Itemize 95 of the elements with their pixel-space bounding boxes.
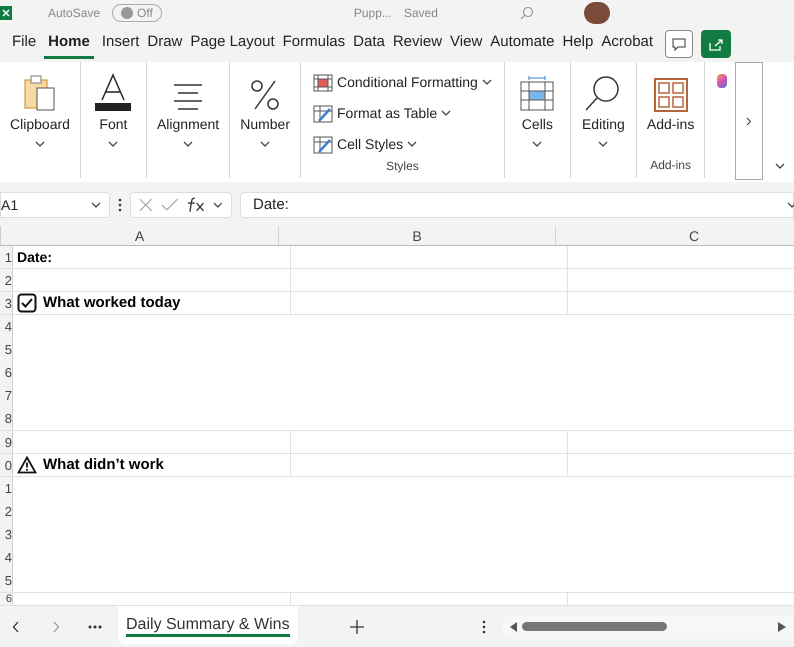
chevron-down-icon <box>787 202 794 208</box>
chevron-down-icon <box>407 141 418 148</box>
more-icon[interactable] <box>118 198 122 212</box>
cell-text: What worked today <box>43 292 181 313</box>
row-number: 5 <box>0 569 13 592</box>
check-icon[interactable] <box>160 198 178 212</box>
menu-tab[interactable]: View <box>446 29 486 59</box>
percent-icon <box>249 78 282 112</box>
horizontal-scrollbar[interactable] <box>502 614 794 638</box>
menu-tab[interactable]: Formulas <box>278 29 350 59</box>
chevron-down-icon <box>91 202 101 208</box>
scroll-thumb[interactable] <box>522 622 667 631</box>
row-number: 3 <box>0 523 13 546</box>
chevron-down-icon <box>598 141 608 148</box>
menu-tab[interactable]: Help <box>558 29 598 59</box>
comment-icon <box>672 38 686 50</box>
column-header[interactable]: B <box>279 226 556 245</box>
add-sheet-icon[interactable] <box>350 620 364 634</box>
more-icon[interactable] <box>482 620 486 634</box>
avatar[interactable] <box>584 2 610 24</box>
row-number: 2 <box>0 500 13 523</box>
table-brush-icon <box>313 104 333 122</box>
ribbon-button[interactable]: Editing <box>582 70 625 148</box>
row-number: 4 <box>0 315 13 338</box>
share-button[interactable] <box>701 30 732 58</box>
comment-button[interactable] <box>665 30 694 58</box>
row-number: 1 <box>0 477 13 500</box>
share-icon <box>709 38 724 50</box>
group-label: Styles <box>386 158 419 175</box>
chevron-left-icon[interactable] <box>12 620 20 632</box>
ribbon-button[interactable]: Clipboard <box>10 70 70 148</box>
function-icon[interactable] <box>186 197 206 213</box>
chevron-down-icon <box>441 110 452 117</box>
menu-tab[interactable]: Acrobat <box>597 29 658 59</box>
highlight-grid-icon <box>313 74 333 92</box>
sheet-tab[interactable]: Daily Summary & Wins <box>118 606 298 644</box>
menu-tab[interactable]: File <box>8 29 40 59</box>
cell-text: What didn’t work <box>43 454 164 475</box>
search-icon <box>520 6 534 20</box>
table-brush-icon <box>313 136 333 154</box>
column-header[interactable]: A <box>1 226 279 245</box>
menu-tab[interactable]: Review <box>388 29 446 59</box>
chevron-down-icon <box>482 79 492 86</box>
style-menu-button[interactable]: Format as Table <box>313 101 492 126</box>
menu-tab[interactable]: Automate <box>486 29 558 59</box>
ribbon-button[interactable]: Cells <box>519 70 556 148</box>
more-icon[interactable] <box>88 624 102 628</box>
chevron-down-icon <box>260 141 270 148</box>
menu-tab[interactable]: Home <box>44 29 94 59</box>
chevron-down-icon <box>183 141 194 148</box>
autosave-label: AutoSave <box>48 5 100 22</box>
row-number: 2 <box>0 269 13 291</box>
warning-icon <box>17 456 37 474</box>
chevron-right-icon[interactable] <box>52 620 60 632</box>
ribbon-button[interactable]: Alignment <box>156 70 220 148</box>
chevron-down-icon <box>532 141 542 148</box>
scroll-right-icon[interactable] <box>778 622 786 632</box>
menu-tab[interactable]: Page Layout <box>186 29 279 59</box>
ribbon-button[interactable]: Font <box>93 70 134 148</box>
ribbon-button[interactable]: Number <box>240 70 290 148</box>
row-number: 6 <box>0 361 13 384</box>
file-name: Pupp... <box>354 5 392 22</box>
row-number: 1 <box>0 246 13 268</box>
save-status: Saved <box>404 5 438 22</box>
row-number: 9 <box>0 431 13 453</box>
menu-tab[interactable]: Data <box>349 29 389 59</box>
chevron-right-icon <box>746 116 752 126</box>
grid-icon <box>654 78 688 112</box>
chevron-down-icon <box>775 163 786 170</box>
row-number: 8 <box>0 407 13 430</box>
chevron-down-icon <box>34 141 45 148</box>
table-cells-icon <box>519 76 556 112</box>
column-header[interactable]: C <box>556 226 794 245</box>
style-menu-button[interactable]: Conditional Formatting <box>313 70 492 95</box>
scroll-left-icon[interactable] <box>510 622 518 632</box>
chevron-down-icon <box>213 202 223 208</box>
formula-field[interactable]: Date: <box>240 192 794 218</box>
font-color-icon <box>93 72 134 112</box>
checkbox-icon <box>17 293 37 313</box>
row-number: 0 <box>0 454 13 476</box>
row-number: 7 <box>0 384 13 407</box>
name-box[interactable]: A1 <box>0 192 110 218</box>
row-number: 6 <box>0 593 13 605</box>
chevron-down-icon <box>108 141 118 148</box>
formula-buttons[interactable] <box>130 192 232 218</box>
menu-tab[interactable]: Insert <box>98 29 144 59</box>
row-number: 3 <box>0 292 13 314</box>
copilot-icon[interactable] <box>717 74 728 88</box>
row-number: 5 <box>0 338 13 361</box>
style-menu-button[interactable]: Cell Styles <box>313 132 492 157</box>
group-label: Add-ins <box>650 157 691 174</box>
ribbon-button[interactable]: Add-ins <box>646 70 694 135</box>
menu-tab[interactable]: Draw <box>143 29 186 59</box>
cell-text: Date: <box>17 248 52 266</box>
row-number: 4 <box>0 546 13 569</box>
